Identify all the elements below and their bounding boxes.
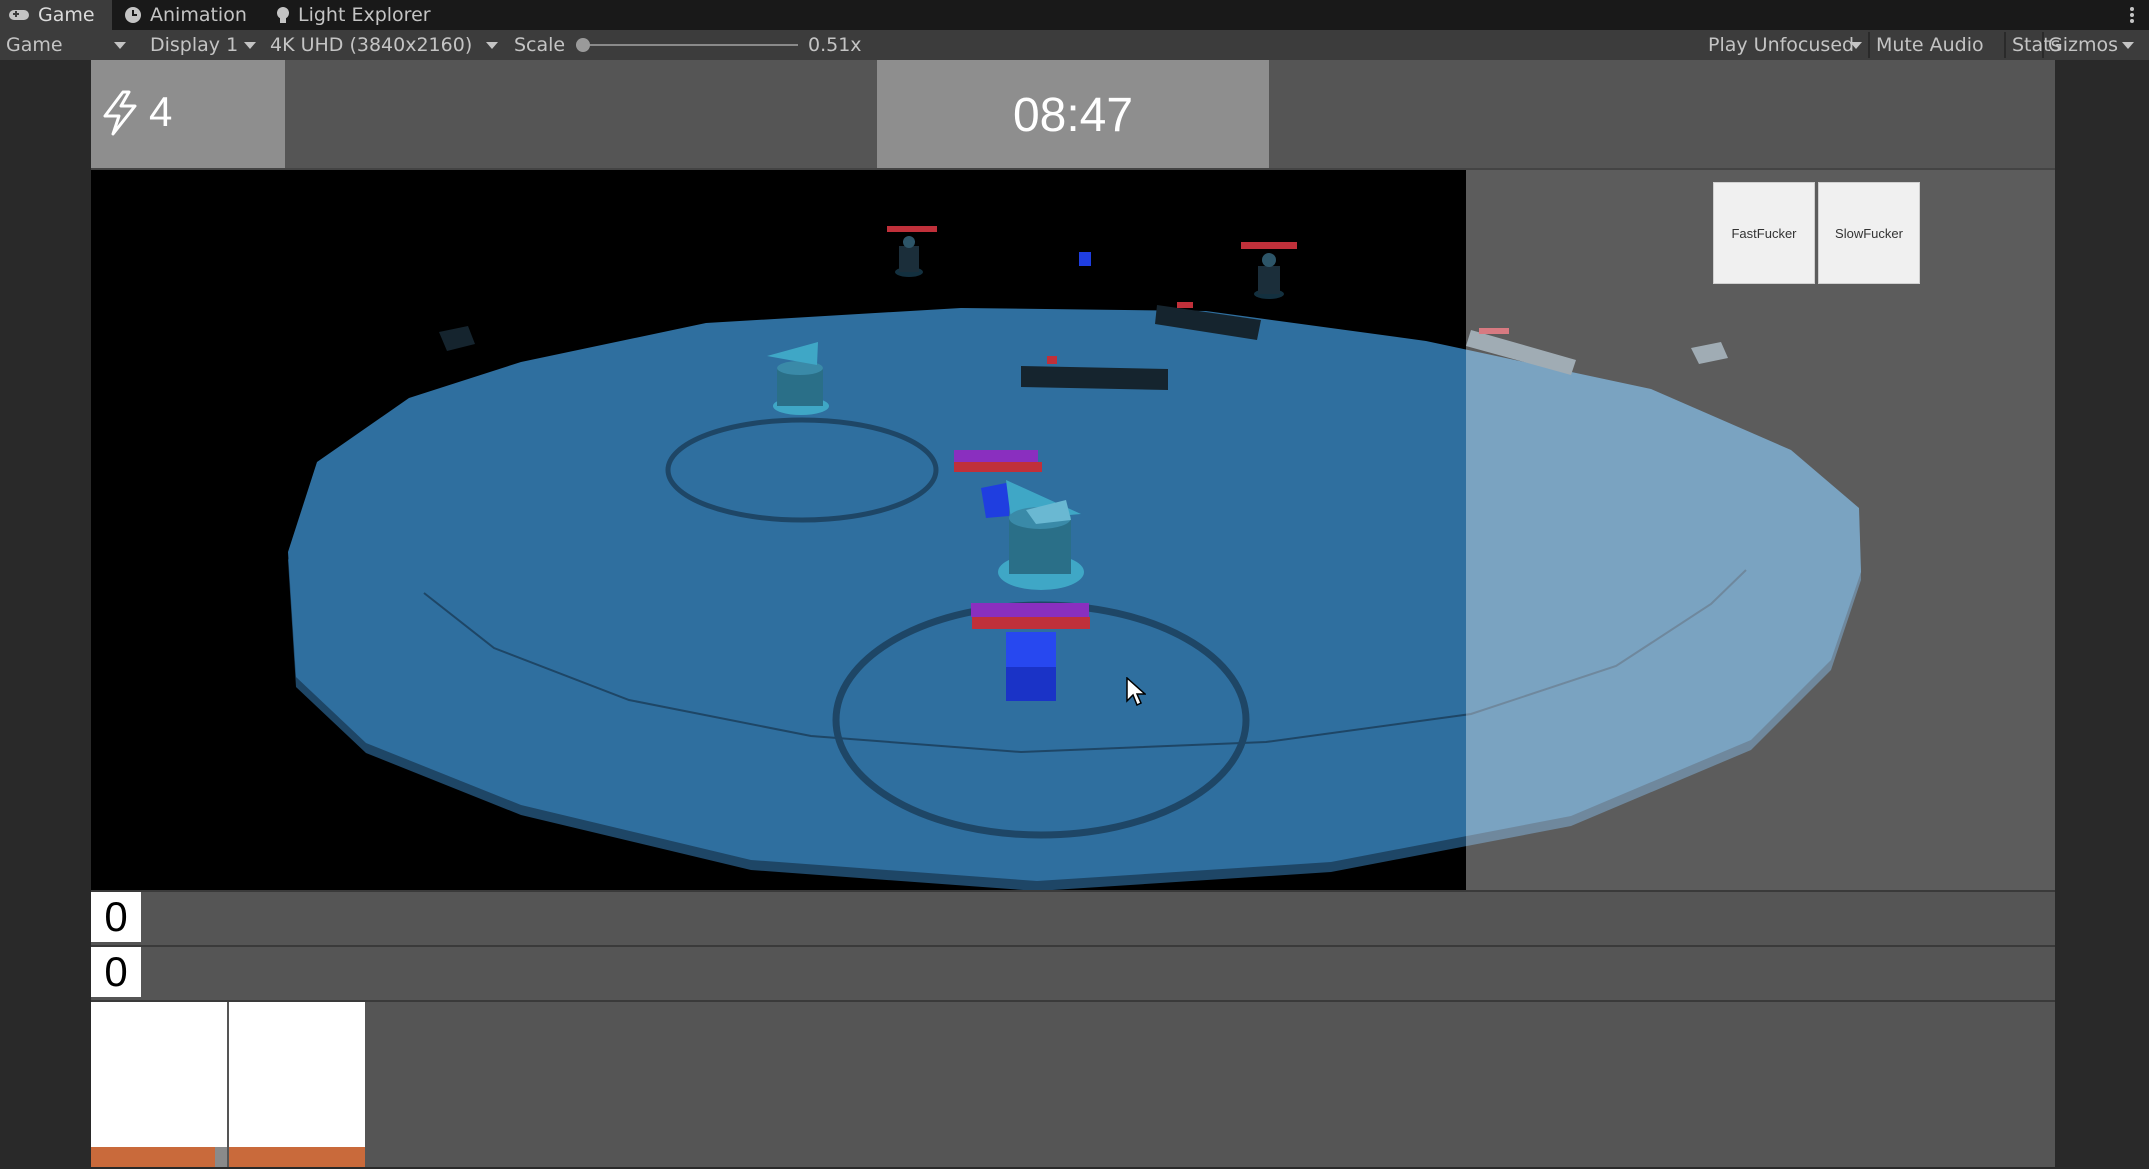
tab-game-label: Game [38, 4, 95, 26]
score-value: 0 [91, 947, 141, 997]
blue-marker [1079, 252, 1091, 266]
score-row-2: 0 [91, 945, 2055, 997]
toolbar-divider [2004, 32, 2006, 58]
play-unfocused-dropdown[interactable]: Play Unfocused [1708, 30, 1862, 60]
unit-card[interactable] [229, 1002, 365, 1167]
fast-unit-button[interactable]: FastFucker [1713, 182, 1815, 284]
tab-light-explorer-label: Light Explorer [298, 4, 431, 26]
fast-unit-button-label: FastFucker [1731, 225, 1797, 241]
scale-value: 0.51x [808, 34, 862, 56]
tab-game[interactable]: Game [0, 0, 112, 30]
scale-slider-track[interactable] [576, 44, 798, 46]
toolbar-divider [2042, 32, 2044, 58]
game-view: 4 08:47 FastFucker SlowFucker 0 0 [91, 60, 2055, 1167]
game-view-toolbar: Game Display 1 4K UHD (3840x2160) Scale … [0, 30, 2149, 60]
match-timer-text: 08:47 [1012, 88, 1134, 142]
gamepad-icon [9, 10, 29, 20]
chevron-down-icon [244, 41, 256, 49]
chevron-down-icon [114, 41, 126, 49]
wall-block [1021, 366, 1168, 390]
tab-light-explorer[interactable]: Light Explorer [276, 0, 431, 30]
view-mode-label: Game [6, 34, 63, 56]
card-cooldown-remainder [215, 1147, 227, 1167]
lightbulb-icon [277, 7, 289, 23]
energy-count: 4 [149, 88, 173, 135]
tab-animation[interactable]: Animation [124, 0, 247, 30]
view-mode-dropdown[interactable]: Game [6, 30, 130, 60]
slow-unit-button[interactable]: SlowFucker [1818, 182, 1920, 284]
energy-panel: 4 [91, 60, 285, 170]
match-timer: 08:47 [877, 60, 1269, 170]
chevron-down-icon [2122, 41, 2134, 49]
play-unfocused-label: Play Unfocused [1708, 34, 1855, 56]
score-row-1: 0 [91, 890, 2055, 942]
tab-animation-label: Animation [150, 4, 247, 26]
mute-audio-button[interactable]: Mute Audio [1876, 30, 1984, 60]
card-cooldown-bar [91, 1147, 215, 1167]
slow-unit-button-label: SlowFucker [1835, 225, 1903, 241]
chevron-down-icon [1850, 41, 1862, 49]
card-cooldown-bar [229, 1147, 365, 1167]
unit-card[interactable] [91, 1002, 227, 1167]
display-label: Display 1 [150, 34, 239, 56]
scale-label: Scale [514, 34, 566, 56]
editor-tab-bar: Game Animation Light Explorer [0, 0, 2149, 30]
chevron-down-icon [486, 41, 498, 49]
card-tray [91, 1000, 2055, 1167]
scale-slider-thumb[interactable] [576, 38, 590, 52]
resolution-dropdown[interactable]: 4K UHD (3840x2160) [270, 30, 498, 60]
resolution-label: 4K UHD (3840x2160) [270, 34, 473, 56]
gizmos-button[interactable]: Gizmos [2048, 30, 2118, 60]
mouse-cursor-icon [1126, 677, 1146, 707]
toolbar-divider [1868, 32, 1870, 58]
score-value: 0 [91, 892, 141, 942]
more-options-icon[interactable] [2122, 0, 2142, 30]
lightning-icon [103, 90, 137, 136]
gizmos-dropdown[interactable] [2122, 30, 2142, 60]
clock-icon [125, 7, 141, 23]
display-dropdown[interactable]: Display 1 [150, 30, 256, 60]
